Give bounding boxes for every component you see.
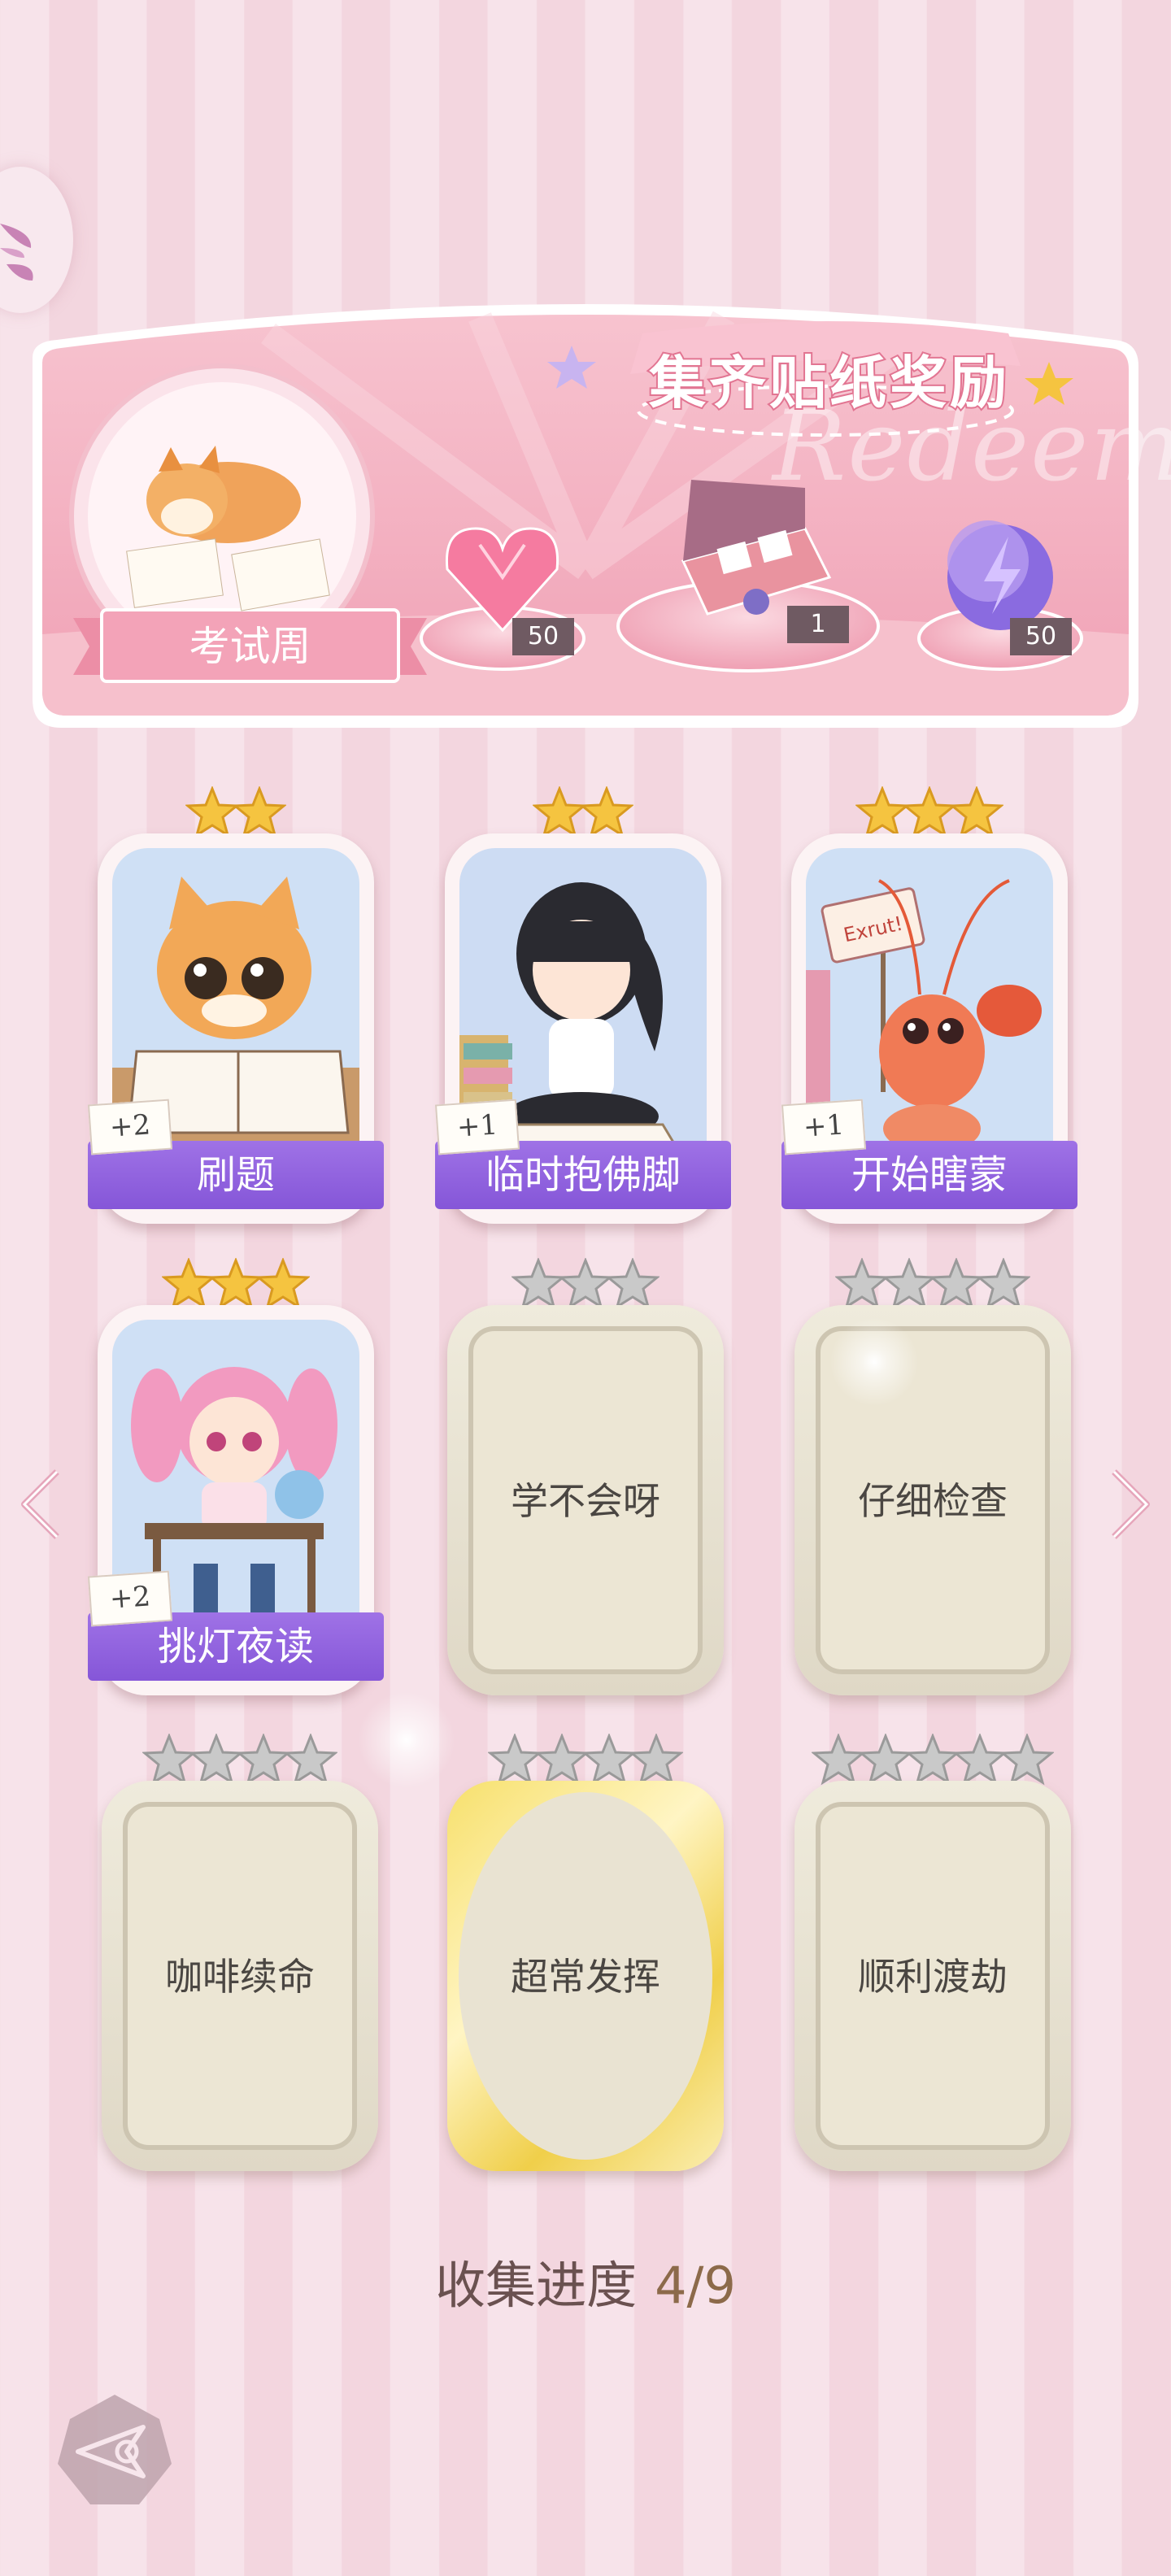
star-icon — [559, 1258, 612, 1310]
theme-label: 考试周 — [189, 623, 311, 670]
progress-value: 4/9 — [655, 2256, 736, 2315]
star-icon — [812, 1734, 865, 1786]
reward-count-orbs: 50 — [1010, 618, 1072, 655]
sticker-reward-banner: Redeem 集齐贴纸奖励 考试周 50 1 50 — [24, 285, 1171, 740]
sticker-card-9-locked[interactable]: 顺利渡劫 — [794, 1781, 1071, 2171]
sparkle-effect — [829, 1317, 919, 1407]
star-icon — [162, 1258, 215, 1310]
star-icon — [535, 1734, 589, 1786]
collection-progress: 收集进度 4/9 — [0, 2244, 1171, 2317]
sticker-card-3[interactable]: Exrut! 开始瞎蒙 +1 — [781, 833, 1077, 1224]
star-icon — [284, 1734, 337, 1786]
star-icon — [903, 786, 956, 838]
star-icon — [835, 1258, 889, 1310]
star-icon — [582, 1734, 636, 1786]
next-page-button[interactable] — [1106, 1464, 1155, 1545]
star-icon — [882, 1258, 936, 1310]
star-icon — [929, 1258, 983, 1310]
sparkle-effect — [358, 1691, 455, 1789]
banner-title: 集齐贴纸奖励 — [647, 348, 1010, 418]
star-icon — [233, 786, 286, 838]
card-8-title: 超常发挥 — [511, 1955, 660, 1999]
reward-count-gems: 50 — [512, 618, 574, 655]
back-button[interactable] — [54, 2391, 176, 2513]
card-5-title: 学不会呀 — [511, 1479, 660, 1523]
star-icon — [142, 1734, 196, 1786]
star-icon — [580, 786, 633, 838]
star-icon — [950, 786, 1003, 838]
card-6-title: 仔细检查 — [858, 1479, 1008, 1523]
card-3-bonus: +1 — [781, 1099, 867, 1155]
card-7-title: 咖啡续命 — [165, 1955, 315, 1999]
star-icon — [859, 1734, 912, 1786]
card-9-title: 顺利渡劫 — [858, 1955, 1008, 1999]
star-icon — [977, 1258, 1030, 1310]
star-icon — [189, 1734, 243, 1786]
prev-page-button[interactable] — [16, 1464, 65, 1545]
sticker-card-1[interactable]: 刷题 +2 — [87, 833, 384, 1224]
card-2-bonus: +1 — [434, 1099, 520, 1155]
progress-label: 收集进度 — [435, 2256, 638, 2315]
sticker-card-2[interactable]: 临时抱佛脚 +1 — [434, 833, 731, 1224]
star-icon — [533, 786, 586, 838]
star-icon — [209, 1258, 263, 1310]
sticker-card-4[interactable]: 挑灯夜读 +2 — [87, 1305, 384, 1695]
star-icon — [855, 786, 909, 838]
star-icon — [488, 1734, 542, 1786]
star-icon — [237, 1734, 290, 1786]
card-1-bonus: +2 — [87, 1099, 173, 1155]
star-icon — [256, 1258, 310, 1310]
star-icon — [629, 1734, 683, 1786]
star-icon — [511, 1258, 565, 1310]
star-icon — [1000, 1734, 1054, 1786]
reward-count-giftbox: 1 — [787, 606, 849, 643]
sticker-card-7-locked[interactable]: 咖啡续命 — [102, 1781, 378, 2171]
star-icon — [953, 1734, 1007, 1786]
back-arrow-icon — [58, 2395, 172, 2504]
chevron-left-icon — [21, 1469, 59, 1539]
star-icon — [906, 1734, 960, 1786]
card-4-bonus: +2 — [87, 1570, 173, 1627]
sticker-card-8-locked-gold[interactable]: 超常发挥 — [447, 1781, 724, 2171]
star-icon — [185, 786, 239, 838]
sticker-card-5-locked[interactable]: 学不会呀 — [447, 1305, 724, 1695]
chevron-right-icon — [1112, 1469, 1150, 1539]
star-icon — [606, 1258, 660, 1310]
